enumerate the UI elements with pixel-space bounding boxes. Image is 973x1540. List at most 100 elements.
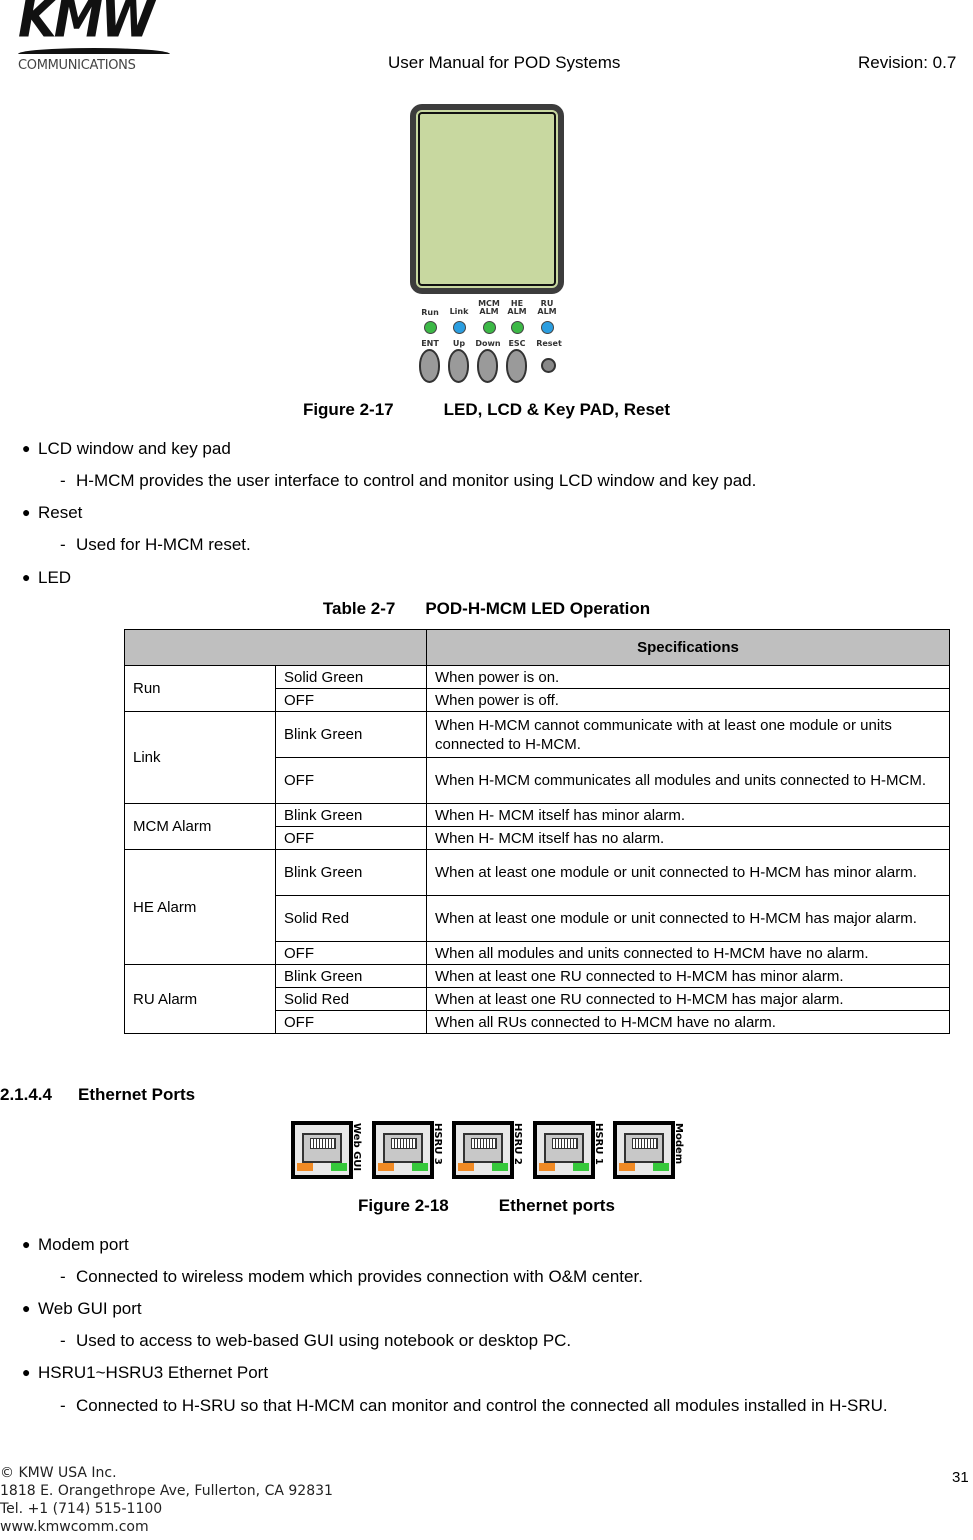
up-key-icon <box>448 349 469 383</box>
bullet-led: LED <box>38 568 72 587</box>
led-desc-cell: When H-MCM communicates all modules and … <box>426 757 950 804</box>
company-logo: KMW COMMUNICATIONS <box>16 0 172 76</box>
dash-icon: - <box>60 1331 66 1350</box>
hmcm-front-panel-figure: Run Link MCM ALM HE ALM RU ALM ENT Up Do… <box>410 104 564 388</box>
logo-subtitle: COMMUNICATIONS <box>18 58 136 73</box>
led-desc-cell: When at least one RU connected to H-MCM … <box>426 987 950 1011</box>
detail-modem-port: Connected to wireless modem which provid… <box>76 1267 643 1286</box>
table-row: Run Solid Green When power is on. <box>124 665 950 712</box>
footer-address: © KMW USA Inc. 1818 E. Orangethrope Ave,… <box>0 1464 333 1536</box>
header-specifications: Specifications <box>426 629 950 666</box>
led-name-cell: HE Alarm <box>124 849 276 965</box>
led-state-cell: Blink Green <box>275 849 427 896</box>
led-state-cell: Blink Green <box>275 711 427 758</box>
table-2-7-caption: Table 2-7 POD-H-MCM LED Operation <box>322 599 651 618</box>
led-operation-table: Specifications Run Solid Green When powe… <box>124 629 950 1034</box>
dash-icon: - <box>60 535 66 554</box>
mcm-alm-led-icon <box>483 321 496 334</box>
bullet-modem-port: Modem port <box>38 1235 129 1254</box>
led-label-link: Link <box>449 307 469 316</box>
ethernet-port-hsru1-icon: HSRU 1 <box>533 1121 604 1179</box>
table-row: RU Alarm Blink Green When at least one R… <box>124 964 950 1034</box>
led-desc-cell: When at least one RU connected to H-MCM … <box>426 964 950 988</box>
esc-key-icon <box>506 349 527 383</box>
ethernet-ports-figure: Web GUI HSRU 3 HSRU 2 HSRU 1 Modem <box>291 1121 684 1179</box>
figure-2-17-caption: Figure 2-17 LED, LCD & Key PAD, Reset <box>302 400 671 419</box>
he-alm-led-icon <box>511 321 524 334</box>
led-state-cell: Blink Green <box>275 803 427 827</box>
led-desc-cell: When at least one module or unit connect… <box>426 849 950 896</box>
document-title: User Manual for POD Systems <box>388 53 621 72</box>
detail-web-gui-port: Used to access to web-based GUI using no… <box>76 1331 572 1350</box>
revision-label: Revision: 0.7 <box>858 53 957 72</box>
ent-key-icon <box>419 349 440 383</box>
bullet-icon: ● <box>22 569 31 585</box>
led-label-run: Run <box>421 308 439 317</box>
ethernet-port-hsru2-icon: HSRU 2 <box>452 1121 523 1179</box>
led-name-cell: Link <box>124 711 276 804</box>
footer-copyright: © KMW USA Inc. <box>0 1465 117 1481</box>
bullet-icon: ● <box>22 1236 31 1252</box>
led-name-cell: RU Alarm <box>124 964 276 1034</box>
led-desc-cell: When all modules and units connected to … <box>426 941 950 965</box>
dash-icon: - <box>60 1267 66 1286</box>
bullet-icon: ● <box>22 1300 31 1316</box>
table-row: Link Blink Green When H-MCM cannot commu… <box>124 711 950 804</box>
bullet-icon: ● <box>22 504 31 520</box>
ethernet-port-hsru3-icon: HSRU 3 <box>372 1121 443 1179</box>
run-led-icon <box>424 321 437 334</box>
bullet-hsru-port: HSRU1~HSRU3 Ethernet Port <box>38 1363 269 1382</box>
logo-arc <box>18 48 170 54</box>
led-name-cell: Run <box>124 665 276 712</box>
key-label-reset: Reset <box>536 339 562 348</box>
table-row: MCM Alarm Blink Green When H- MCM itself… <box>124 803 950 850</box>
key-label-up: Up <box>452 339 466 348</box>
led-desc-cell: When H- MCM itself has minor alarm. <box>426 803 950 827</box>
key-label-esc: ESC <box>508 339 526 348</box>
detail-reset: Used for H-MCM reset. <box>76 535 251 554</box>
led-state-cell: Blink Green <box>275 964 427 988</box>
key-label-down: Down <box>475 339 501 348</box>
bullet-reset: Reset <box>38 503 83 522</box>
reset-button-icon <box>541 358 556 373</box>
led-state-cell: Solid Green <box>275 665 427 689</box>
table-row: HE Alarm Blink Green When at least one m… <box>124 849 950 965</box>
detail-hsru-port: Connected to H-SRU so that H-MCM can mon… <box>76 1396 888 1415</box>
bullet-web-gui-port: Web GUI port <box>38 1299 142 1318</box>
table-header-row: Specifications <box>124 629 950 666</box>
header-blank-cell <box>124 629 427 666</box>
dash-icon: - <box>60 471 66 490</box>
led-desc-cell: When power is on. <box>426 665 950 689</box>
led-state-cell: OFF <box>275 941 427 965</box>
led-label-mcm-alm: MCM ALM <box>478 299 500 316</box>
led-state-cell: Solid Red <box>275 895 427 942</box>
led-desc-cell: When all RUs connected to H-MCM have no … <box>426 1010 950 1034</box>
detail-lcd-keypad: H-MCM provides the user interface to con… <box>76 471 757 490</box>
led-name-cell: MCM Alarm <box>124 803 276 850</box>
led-desc-cell: When H-MCM cannot communicate with at le… <box>426 711 950 758</box>
ethernet-port-modem-icon: Modem <box>613 1121 684 1179</box>
down-key-icon <box>477 349 498 383</box>
figure-2-18-caption: Figure 2-18 Ethernet ports <box>358 1196 615 1215</box>
led-state-cell: OFF <box>275 1010 427 1034</box>
ethernet-port-web-gui-icon: Web GUI <box>291 1121 362 1179</box>
led-label-ru-alm: RU ALM <box>537 299 557 316</box>
lcd-window <box>410 104 564 294</box>
led-desc-cell: When power is off. <box>426 688 950 712</box>
footer-website: www.kmwcomm.com <box>0 1519 149 1535</box>
section-heading-ethernet-ports: 2.1.4.4 Ethernet Ports <box>0 1085 196 1104</box>
bullet-icon: ● <box>22 440 31 456</box>
footer-street: 1818 E. Orangethrope Ave, Fullerton, CA … <box>0 1483 333 1499</box>
bullet-lcd-keypad: LCD window and key pad <box>38 439 231 458</box>
footer-phone: Tel. +1 (714) 515-1100 <box>0 1501 163 1517</box>
page-number: 31 <box>952 1469 969 1486</box>
led-state-cell: OFF <box>275 757 427 804</box>
ru-alm-led-icon <box>541 321 554 334</box>
led-state-cell: Solid Red <box>275 987 427 1011</box>
dash-icon: - <box>60 1396 66 1415</box>
key-label-ent: ENT <box>421 339 439 348</box>
led-desc-cell: When H- MCM itself has no alarm. <box>426 826 950 850</box>
led-label-he-alm: HE ALM <box>507 299 527 316</box>
logo-wordmark: KMW <box>18 0 156 50</box>
led-state-cell: OFF <box>275 688 427 712</box>
